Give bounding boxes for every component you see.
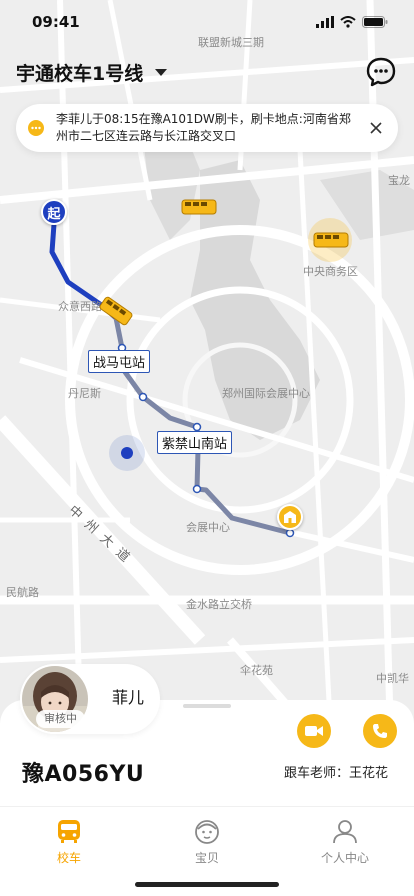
start-marker[interactable]: 起 (41, 199, 67, 225)
vehicle-plate: 豫A056YU (22, 762, 145, 787)
route-selector[interactable]: 宇通校车1号线 (16, 59, 168, 86)
video-button[interactable] (297, 714, 331, 748)
tab-bus[interactable]: 校车 (0, 807, 138, 896)
teacher-label: 跟车老师： (283, 766, 349, 781)
map-label-zhongkai: 中凯华 (376, 672, 409, 685)
child-card[interactable]: 审核中 菲儿 (20, 664, 160, 734)
tab-profile[interactable]: 个人中心 (276, 807, 414, 896)
stop-label-zijinshan[interactable]: 紫禁山南站 (157, 431, 233, 454)
child-name: 菲儿 (112, 688, 145, 707)
bus-icon-active[interactable] (96, 296, 136, 326)
route-title: 宇通校车1号线 (16, 62, 144, 85)
phone-icon (373, 724, 387, 738)
school-marker-icon[interactable] (277, 504, 303, 530)
header: 宇通校车1号线 (16, 52, 398, 92)
teacher-name: 王花花 (348, 766, 388, 781)
person-icon (333, 820, 357, 844)
status-bar: 09:41 (0, 0, 414, 44)
signal-icon (316, 16, 334, 28)
tab-label-bus: 校车 (56, 851, 81, 865)
map-label-convention: 郑州国际会展中心 (222, 387, 310, 400)
tab-label-profile: 个人中心 (320, 851, 369, 865)
caret-down-icon (155, 68, 168, 76)
swipe-notice[interactable]: 李菲儿于08:15在豫A101DW刷卡，刷卡地点:河南省郑州市二七区连云路与长江… (16, 104, 398, 152)
battery-icon (362, 16, 388, 28)
start-marker-label: 起 (47, 206, 61, 222)
bus-icon-1[interactable] (181, 199, 217, 215)
map-label-cbd: 中央商务区 (303, 265, 358, 278)
status-badge: 审核中 (36, 710, 85, 728)
wifi-icon (340, 16, 356, 28)
map-label-minhang: 民航路 (6, 586, 39, 599)
map-label-jinshui: 金水路立交桥 (186, 598, 252, 611)
map-label-shanhua: 伞花苑 (240, 664, 273, 677)
status-icons (316, 16, 388, 28)
bus-icon (58, 820, 80, 843)
map-label-zhanhui: 会展中心 (186, 521, 230, 534)
video-camera-icon (305, 726, 323, 736)
escort-teacher: 跟车老师：王花花 (284, 762, 388, 781)
stop-label-zhanmatun[interactable]: 战马屯站 (88, 350, 151, 373)
home-indicator (135, 882, 279, 887)
close-icon[interactable] (366, 118, 386, 138)
status-time: 09:41 (32, 13, 80, 31)
notice-text: 李菲儿于08:15在豫A101DW刷卡，刷卡地点:河南省郑州市二七区连云路与长江… (56, 112, 351, 143)
chat-icon[interactable] (364, 55, 398, 89)
map-label-baolong: 宝龙 (388, 174, 410, 187)
sheet-handle[interactable] (183, 704, 231, 708)
call-button[interactable] (363, 714, 397, 748)
tab-label-baby: 宝贝 (194, 851, 219, 865)
baby-icon (195, 820, 219, 844)
notice-icon (28, 120, 44, 136)
bus-icon-2[interactable] (313, 232, 349, 248)
map-label-dannisi: 丹尼斯 (68, 387, 101, 400)
